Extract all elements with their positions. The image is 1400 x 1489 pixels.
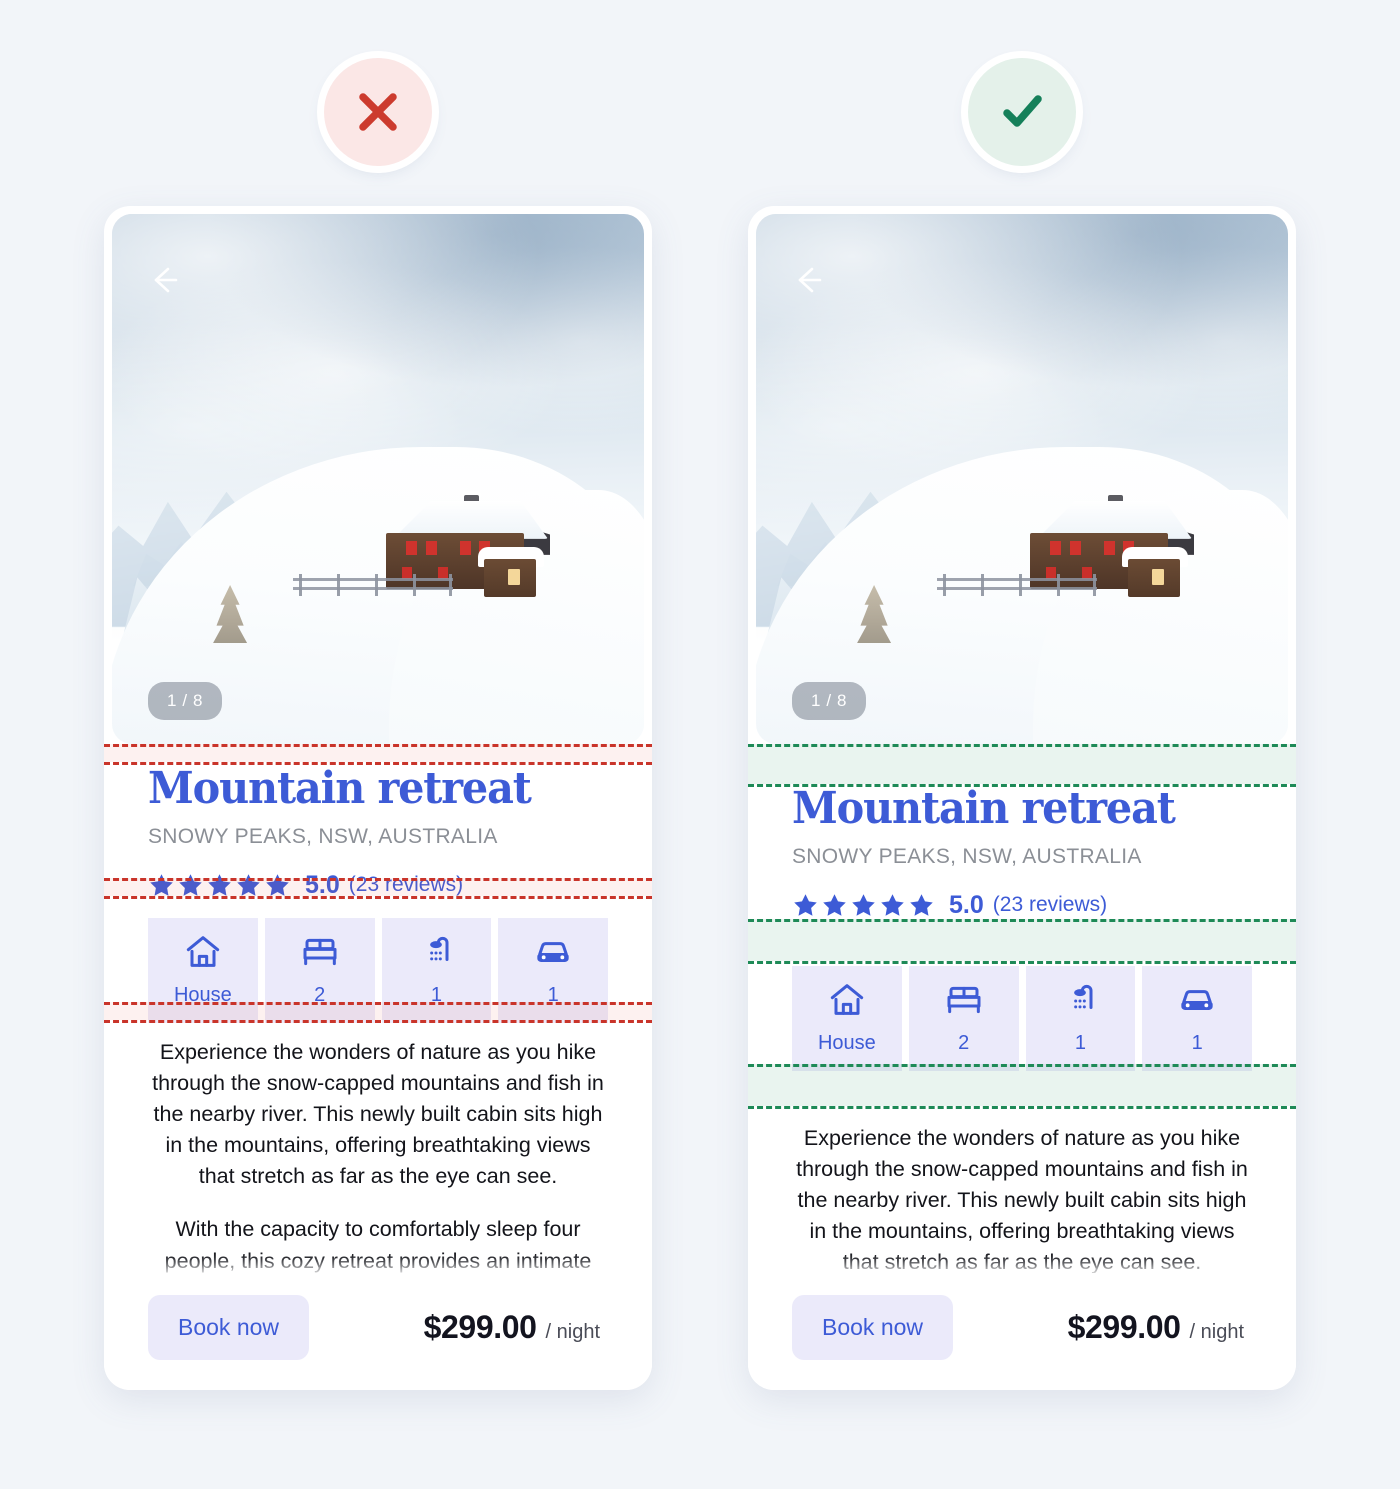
photo-fence [936,574,1097,600]
star-icon [179,873,202,896]
amenity-label: 2 [958,1031,970,1054]
rating-value: 5.0 [305,870,340,899]
photo-counter: 1 / 8 [148,682,223,720]
amenity-bedrooms[interactable]: 2 [908,965,1019,1071]
photo-fence [292,574,453,600]
shower-icon [1074,984,1093,1009]
check-icon [1003,95,1042,127]
amenity-label: 1 [430,983,442,1006]
amenities-strip: House 2 1 1 [104,917,652,1023]
star-icon [852,893,875,916]
description-paragraph: With the capacity to comfortably sleep f… [164,1217,592,1273]
amenity-label: House [173,983,232,1006]
booking-footer: Book now $299.00 / night [104,1273,652,1390]
rating-stars [792,892,935,919]
photo-counter: 1 / 8 [792,682,867,720]
amenity-house[interactable]: House [792,965,902,1071]
amenity-label: 1 [547,983,559,1006]
cross-badge [324,58,432,166]
listing-description: Experience the wonders of nature as you … [104,1037,652,1273]
rating-stars [148,872,291,899]
listing-info: Mountain retreat SNOWY PEAKS, NSW, AUSTR… [104,744,652,902]
shower-icon [430,936,449,961]
car-icon [1181,989,1213,1010]
book-now-button[interactable]: Book now [148,1295,310,1360]
comparison-column-good: 1 / 8 Mountain retreat SNOWY PEAKS, NSW,… [748,58,1296,1489]
price-block: $299.00 / night [424,1309,608,1346]
amenity-parking[interactable]: 1 [498,917,608,1023]
star-icon [208,873,231,896]
listing-card-good: 1 / 8 Mountain retreat SNOWY PEAKS, NSW,… [748,206,1296,1390]
amenity-bedrooms[interactable]: 2 [264,917,375,1023]
check-badge [968,58,1076,166]
price-value: $299.00 [423,1309,537,1345]
rating-row: 5.0 (23 reviews) [792,891,1252,920]
rating-reviews: (23 reviews) [348,873,464,897]
rating-value: 5.0 [949,890,984,919]
listing-info: Mountain retreat SNOWY PEAKS, NSW, AUSTR… [748,744,1296,922]
amenity-parking[interactable]: 1 [1142,965,1252,1071]
listing-card-bad: 1 / 8 Mountain retreat SNOWY PEAKS, NSW,… [104,206,652,1390]
page-title: Mountain retreat [148,763,532,814]
star-icon [881,893,904,916]
comparison-stage: 1 / 8 Mountain retreat SNOWY PEAKS, NSW,… [0,0,1400,1489]
listing-locality: SNOWY PEAKS, NSW, AUSTRALIA [148,824,498,848]
house-icon [830,983,864,1015]
star-icon [823,893,846,916]
book-now-button[interactable]: Book now [792,1295,954,1360]
price-unit: / night [1189,1321,1244,1343]
description-paragraph: Experience the wonders of nature as you … [152,1039,604,1189]
price-value: $299.00 [1067,1309,1181,1345]
listing-photo: 1 / 8 [112,214,644,744]
car-icon [537,941,569,962]
house-icon [186,935,220,967]
star-icon [910,893,933,916]
amenity-label: 1 [1074,1031,1086,1054]
star-icon [794,893,817,916]
price-block: $299.00 / night [1068,1309,1252,1346]
amenity-label: 1 [1191,1031,1203,1054]
back-arrow-icon[interactable] [788,260,828,300]
booking-footer: Book now $299.00 / night [748,1273,1296,1390]
star-icon [150,873,173,896]
comparison-column-bad: 1 / 8 Mountain retreat SNOWY PEAKS, NSW,… [104,58,652,1489]
listing-description: Experience the wonders of nature as you … [748,1123,1296,1273]
star-icon [266,873,289,896]
back-arrow-icon[interactable] [144,260,184,300]
page-title: Mountain retreat [792,783,1176,834]
bed-icon [947,986,981,1013]
amenity-bathrooms[interactable]: 1 [381,917,492,1023]
amenity-label: 2 [314,983,326,1006]
rating-reviews: (23 reviews) [992,893,1108,917]
amenities-strip: House 2 1 1 [748,965,1296,1071]
description-paragraph: Experience the wonders of nature as you … [796,1125,1248,1273]
price-unit: / night [545,1321,600,1343]
bed-icon [303,938,337,965]
amenity-label: House [817,1031,876,1054]
listing-locality: SNOWY PEAKS, NSW, AUSTRALIA [792,844,1142,868]
rating-row: 5.0 (23 reviews) [148,871,608,900]
cross-icon [359,93,397,131]
amenity-bathrooms[interactable]: 1 [1025,965,1136,1071]
listing-photo: 1 / 8 [756,214,1288,744]
amenity-house[interactable]: House [148,917,258,1023]
star-icon [237,873,260,896]
